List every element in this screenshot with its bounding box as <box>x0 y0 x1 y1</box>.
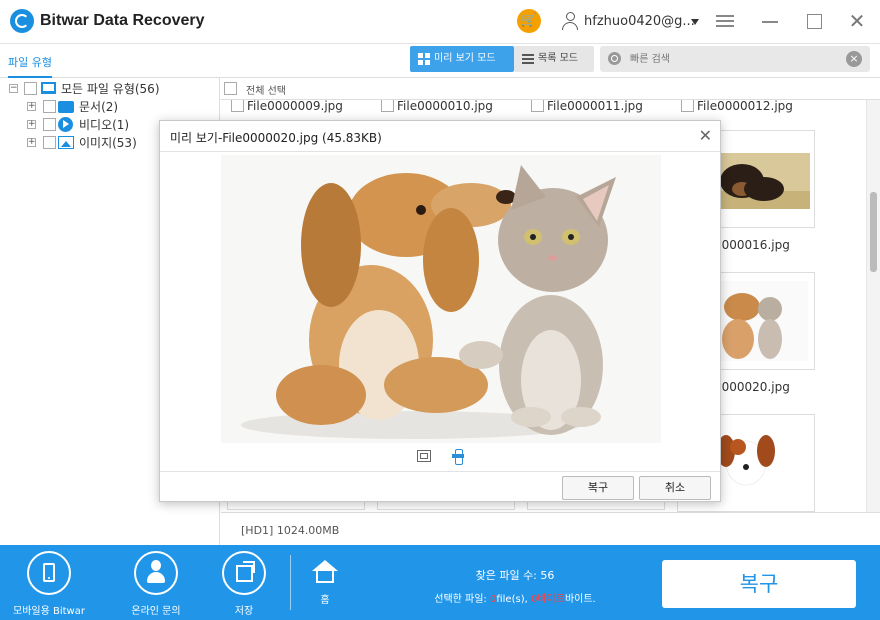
home-icon <box>312 560 338 584</box>
expand-icon[interactable]: + <box>27 120 36 129</box>
divider <box>160 151 720 152</box>
tree-item-label: 비디오(1) <box>79 118 130 132</box>
user-icon <box>562 12 578 30</box>
mobile-bitwar-button[interactable]: 모바일용 Bitwar <box>7 551 91 617</box>
scan-stats: 찾은 파일 수: 56 선택한 파일: 0file(s), 0바이트바이트. <box>400 567 630 605</box>
divider <box>290 555 291 610</box>
file-name: File0000009.jpg <box>247 100 343 113</box>
file-item[interactable]: File0000012.jpg <box>681 100 793 113</box>
preview-mode-label: 미리 보기 모드 <box>434 53 496 64</box>
folder-icon <box>58 101 74 113</box>
app-title: Bitwar Data Recovery <box>40 12 205 29</box>
list-mode-label: 목록 모드 <box>538 53 578 64</box>
close-window-icon[interactable]: ✕ <box>847 11 867 32</box>
preview-mode-button[interactable]: 미리 보기 모드 <box>410 46 514 72</box>
file-name-partial: 0000020.jpg <box>714 380 790 394</box>
save-circle <box>222 551 266 595</box>
tree-item-all[interactable]: − 모든 파일 유형(56) <box>0 80 200 98</box>
zoom-fit-icon[interactable] <box>417 450 431 462</box>
tab-file-type[interactable]: 파일 유형 <box>8 54 52 78</box>
close-icon[interactable]: ✕ <box>699 126 712 145</box>
file-name: File0000010.jpg <box>397 100 493 113</box>
selected-files: 선택한 파일: 0file(s), 0바이트바이트. <box>400 590 630 605</box>
toolbar: 파일 유형 미리 보기 모드 목록 모드 × <box>0 44 880 78</box>
list-icon <box>522 53 534 65</box>
home-label: 홈 <box>320 595 330 606</box>
search-icon <box>608 52 621 65</box>
minimize-icon[interactable] <box>760 12 780 32</box>
recover-button[interactable]: 복구 <box>562 476 634 500</box>
preview-dialog: 미리 보기-File0000020.jpg (45.83KB) ✕ 복구 취소 <box>159 120 721 502</box>
divider <box>221 512 880 513</box>
divider <box>160 471 720 472</box>
user-account-menu[interactable]: hfzhuo0420@g... <box>558 8 704 36</box>
bottom-bar: 모바일용 Bitwar 온라인 문의 저장 홈 찾은 파일 수: 56 선택한 … <box>0 545 880 620</box>
tree-item-documents[interactable]: + 문서(2) <box>0 98 200 116</box>
search-box: × <box>600 46 870 72</box>
tree-item-label: 문서(2) <box>79 100 119 114</box>
vertical-scrollbar[interactable] <box>866 100 880 512</box>
preview-image <box>221 155 661 443</box>
list-mode-button[interactable]: 목록 모드 <box>514 46 594 72</box>
export-icon <box>236 565 253 582</box>
mobile-circle <box>27 551 71 595</box>
online-label: 온라인 문의 <box>131 606 181 617</box>
checkbox[interactable] <box>681 100 694 112</box>
file-name: File0000012.jpg <box>697 100 793 113</box>
save-button[interactable]: 저장 <box>202 551 286 617</box>
tree-item-label: 모든 파일 유형(56) <box>61 82 160 96</box>
recover-main-button[interactable]: 복구 <box>662 560 856 608</box>
collapse-icon[interactable]: − <box>9 84 18 93</box>
select-all-checkbox[interactable] <box>224 82 237 95</box>
selected-bytes-unit: 바이트 <box>537 594 565 605</box>
home-button[interactable]: 홈 <box>300 560 350 606</box>
file-name-partial: 0000016.jpg <box>714 238 790 252</box>
scrollbar-thumb[interactable] <box>870 192 877 272</box>
cancel-button[interactable]: 취소 <box>639 476 711 500</box>
search-input[interactable] <box>630 49 830 69</box>
file-name: File0000011.jpg <box>547 100 643 113</box>
video-icon <box>58 117 73 132</box>
tree-item-label: 이미지(53) <box>79 136 137 150</box>
online-circle <box>134 551 178 595</box>
phone-icon <box>43 563 55 582</box>
bitwar-logo-icon <box>10 9 34 33</box>
person-icon <box>147 560 165 586</box>
rotate-icon[interactable] <box>451 449 465 465</box>
selected-files-suffix: file(s), <box>496 594 531 605</box>
select-all-label: 전체 선택 <box>246 86 286 97</box>
select-all-row: 전체 선택 <box>221 78 880 100</box>
checkbox[interactable] <box>24 82 37 95</box>
disk-info: [HD1] 1024.00MB <box>241 524 340 537</box>
expand-icon[interactable]: + <box>27 138 36 147</box>
selected-bytes-suffix: 바이트. <box>564 594 596 605</box>
grid-icon <box>418 53 430 65</box>
checkbox[interactable] <box>531 100 544 112</box>
clear-search-icon[interactable]: × <box>846 51 862 67</box>
file-item[interactable]: File0000010.jpg <box>381 100 493 113</box>
file-item[interactable]: File0000009.jpg <box>231 100 343 113</box>
checkbox[interactable] <box>43 118 56 131</box>
checkbox[interactable] <box>43 136 56 149</box>
file-item[interactable]: File0000011.jpg <box>531 100 643 113</box>
mobile-label: 모바일용 Bitwar <box>13 606 85 617</box>
checkbox[interactable] <box>43 100 56 113</box>
found-files: 찾은 파일 수: 56 <box>475 569 555 582</box>
checkbox[interactable] <box>231 100 244 112</box>
checkbox[interactable] <box>381 100 394 112</box>
selected-prefix: 선택한 파일: <box>434 594 490 605</box>
cart-icon[interactable]: 🛒 <box>517 9 541 33</box>
caret-down-icon[interactable] <box>691 19 699 25</box>
expand-icon[interactable]: + <box>27 102 36 111</box>
maximize-icon[interactable] <box>804 12 824 32</box>
title-bar: Bitwar Data Recovery 🛒 hfzhuo0420@g... ✕ <box>0 0 880 44</box>
dialog-title: 미리 보기-File0000020.jpg (45.83KB) <box>170 131 382 145</box>
online-inquiry-button[interactable]: 온라인 문의 <box>114 551 198 617</box>
image-icon <box>58 136 74 149</box>
computer-icon <box>41 82 56 94</box>
hamburger-menu-icon[interactable] <box>716 12 736 32</box>
user-name: hfzhuo0420@g... <box>584 14 695 29</box>
save-label: 저장 <box>234 606 254 617</box>
